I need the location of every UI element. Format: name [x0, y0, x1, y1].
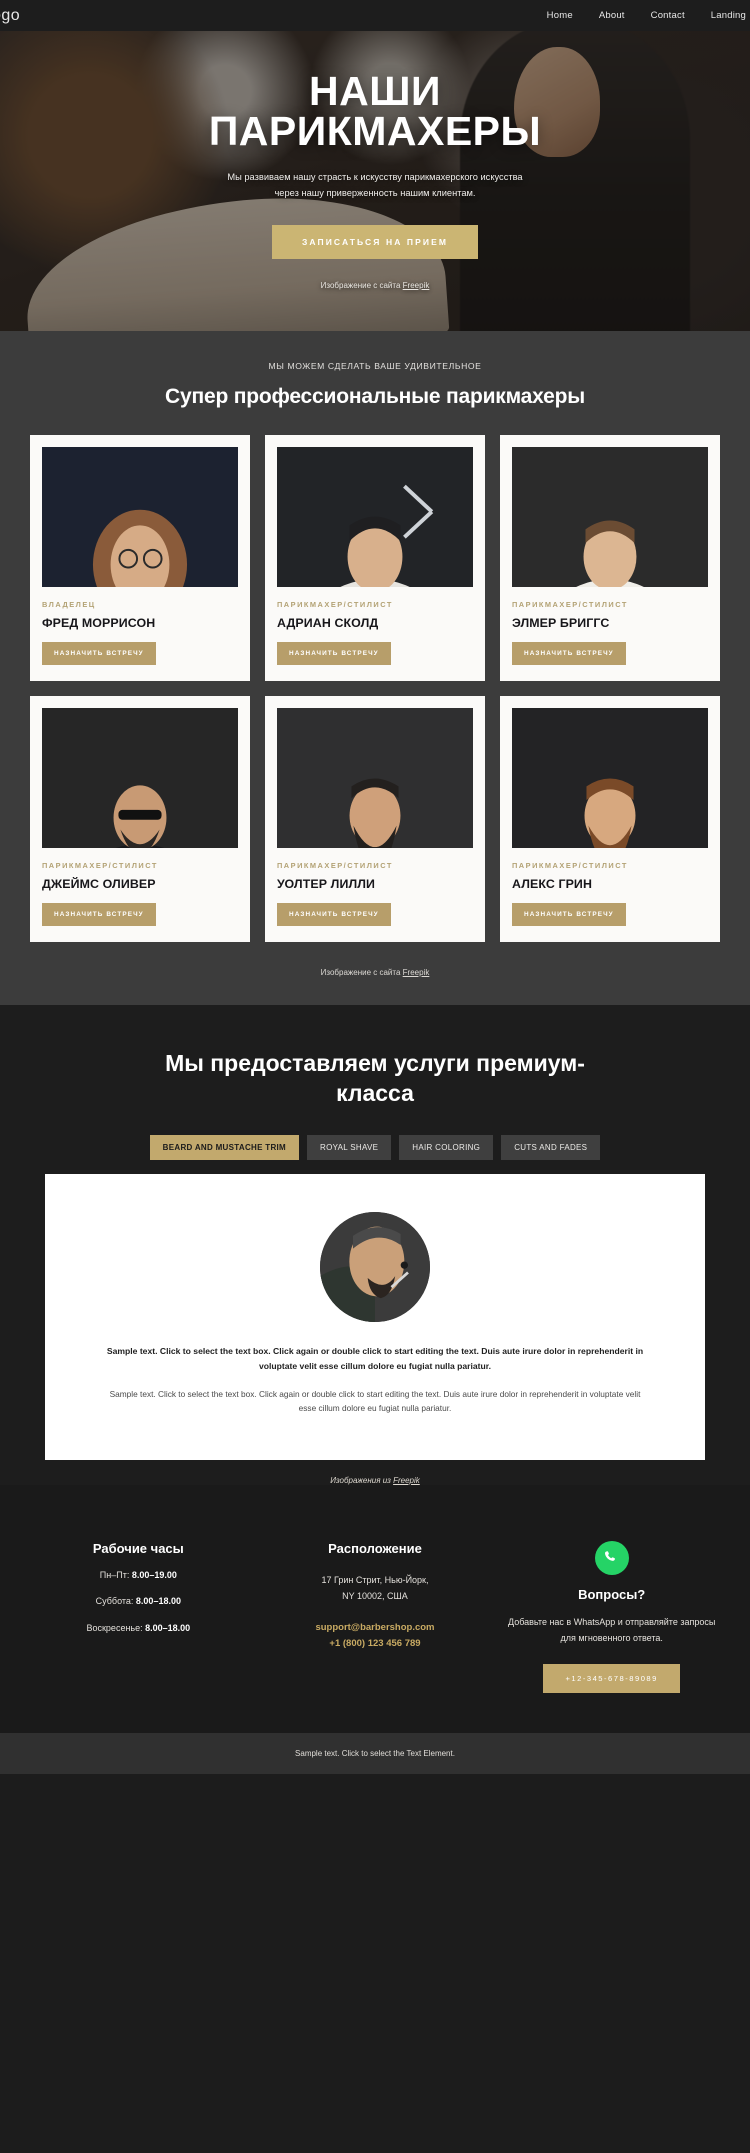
- services-image-credit: Изображения из Freepik: [0, 1476, 750, 1485]
- footer-whatsapp-button[interactable]: +12-345-678-89089: [543, 1664, 680, 1694]
- hero-title: НАШИ ПАРИКМАХЕРЫ: [110, 70, 640, 154]
- whatsapp-icon[interactable]: [594, 1540, 629, 1575]
- footer-address: 17 Грин Стрит, Нью-Йорк, NY 10002, США: [267, 1572, 484, 1604]
- team-member-name: ФРЕД МОРРИСОН: [42, 616, 156, 630]
- service-body-text: Sample text. Click to select the text bo…: [109, 1388, 641, 1414]
- services-section: Мы предоставляем услуги премиум-класса B…: [0, 1005, 750, 1485]
- footer-hours-label: Суббота:: [95, 1596, 136, 1607]
- page-root: ogo Home About Contact Landing НАШИ ПАРИ…: [0, 0, 750, 1775]
- hero-credit-link[interactable]: Freepik: [403, 281, 430, 290]
- hero-subtitle: Мы развиваем нашу страсть к искусству па…: [227, 171, 523, 198]
- team-appointment-button[interactable]: НАЗНАЧИТЬ ВСТРЕЧУ: [277, 903, 391, 926]
- service-avatar-image: [320, 1211, 430, 1322]
- tab-cuts-and-fades[interactable]: CUTS AND FADES: [501, 1134, 601, 1160]
- hero-cta-button[interactable]: ЗАПИСАТЬСЯ НА ПРИЕМ: [271, 225, 479, 260]
- team-appointment-button[interactable]: НАЗНАЧИТЬ ВСТРЕЧУ: [512, 903, 626, 926]
- tab-hair-coloring[interactable]: HAIR COLORING: [399, 1134, 494, 1160]
- hero-image-credit: Изображение с сайта Freepik: [110, 281, 640, 290]
- team-grid: ВЛАДЕЛЕЦ ФРЕД МОРРИСОН НАЗНАЧИТЬ ВСТРЕЧУ…: [30, 435, 720, 942]
- primary-nav: Home About Contact Landing: [547, 10, 746, 21]
- footer-address-line-1: 17 Грин Стрит, Нью-Йорк,: [321, 1574, 429, 1585]
- team-member-role: ПАРИКМАХЕР/СТИЛИСТ: [277, 861, 393, 870]
- footer-hours-title: Рабочие часы: [92, 1540, 184, 1556]
- hero-title-line-2: ПАРИКМАХЕРЫ: [208, 107, 542, 154]
- team-eyebrow: МЫ МОЖЕМ СДЕЛАТЬ ВАШЕ УДИВИТЕЛЬНОЕ: [268, 361, 482, 371]
- footer-hours-label: Воскресенье:: [86, 1622, 146, 1633]
- team-member-photo: [512, 708, 708, 848]
- team-appointment-button[interactable]: НАЗНАЧИТЬ ВСТРЕЧУ: [512, 642, 626, 665]
- site-header: ogo Home About Contact Landing: [0, 0, 750, 31]
- footer-location-column: Расположение 17 Грин Стрит, Нью-Йорк, NY…: [267, 1541, 484, 1693]
- footer-questions-text: Добавьте нас в WhatsApp и отправляйте за…: [508, 1616, 716, 1644]
- footer-hours-row: Суббота: 8.00–18.00: [30, 1594, 247, 1608]
- team-card[interactable]: ВЛАДЕЛЕЦ ФРЕД МОРРИСОН НАЗНАЧИТЬ ВСТРЕЧУ: [30, 435, 250, 681]
- service-lead-text: Sample text. Click to select the text bo…: [106, 1345, 644, 1371]
- footer-address-line-2: NY 10002, США: [342, 1591, 408, 1602]
- services-credit-link[interactable]: Freepik: [393, 1476, 420, 1485]
- team-member-photo: [42, 708, 238, 848]
- services-title: Мы предоставляем услуги премиум-класса: [165, 1050, 585, 1106]
- footer-hours-value: 8.00–18.00: [145, 1622, 191, 1633]
- nav-item-about[interactable]: About: [599, 10, 625, 21]
- team-credit-link[interactable]: Freepik: [403, 968, 430, 977]
- services-panel: Sample text. Click to select the text bo…: [45, 1173, 705, 1460]
- team-member-photo: [277, 708, 473, 848]
- team-credit-text: Изображение с сайта: [320, 968, 403, 977]
- team-title: Супер профессиональные парикмахеры: [165, 385, 585, 408]
- hero-credit-text: Изображение с сайта: [320, 281, 403, 291]
- team-member-role: ПАРИКМАХЕР/СТИЛИСТ: [512, 600, 628, 609]
- team-member-photo: [512, 447, 708, 587]
- hero-section: НАШИ ПАРИКМАХЕРЫ Мы развиваем нашу страс…: [0, 31, 750, 331]
- footer-hours-row: Воскресенье: 8.00–18.00: [30, 1621, 247, 1635]
- services-credit-text: Изображения из: [330, 1475, 394, 1485]
- footer-questions-title: Вопросы?: [578, 1586, 646, 1602]
- services-tablist: BEARD AND MUSTACHE TRIM ROYAL SHAVE HAIR…: [0, 1134, 750, 1160]
- team-card[interactable]: ПАРИКМАХЕР/СТИЛИСТ УОЛТЕР ЛИЛЛИ НАЗНАЧИТ…: [265, 696, 485, 942]
- team-appointment-button[interactable]: НАЗНАЧИТЬ ВСТРЕЧУ: [42, 903, 156, 926]
- footer-hours-row: Пн–Пт: 8.00–19.00: [30, 1568, 247, 1582]
- footer-phone-link[interactable]: +1 (800) 123 456 789: [267, 1638, 484, 1649]
- footer-questions-column: Вопросы? Добавьте нас в WhatsApp и отпра…: [503, 1540, 720, 1694]
- team-section: МЫ МОЖЕМ СДЕЛАТЬ ВАШЕ УДИВИТЕЛЬНОЕ Супер…: [0, 331, 750, 1005]
- team-member-role: ПАРИКМАХЕР/СТИЛИСТ: [277, 600, 393, 609]
- nav-item-contact[interactable]: Contact: [651, 10, 685, 21]
- footer-bottom-note: Sample text. Click to select the Text El…: [0, 1733, 750, 1775]
- site-logo[interactable]: ogo: [0, 7, 20, 25]
- team-member-name: УОЛТЕР ЛИЛЛИ: [277, 877, 376, 891]
- team-card[interactable]: ПАРИКМАХЕР/СТИЛИСТ ДЖЕЙМС ОЛИВЕР НАЗНАЧИ…: [30, 696, 250, 942]
- nav-item-landing[interactable]: Landing: [711, 10, 746, 21]
- team-member-photo: [277, 447, 473, 587]
- footer-hours-value: 8.00–19.00: [131, 1569, 177, 1580]
- team-member-name: АДРИАН СКОЛД: [277, 616, 379, 630]
- team-member-name: АЛЕКС ГРИН: [512, 877, 592, 891]
- team-member-role: ПАРИКМАХЕР/СТИЛИСТ: [42, 861, 158, 870]
- team-appointment-button[interactable]: НАЗНАЧИТЬ ВСТРЕЧУ: [277, 642, 391, 665]
- footer-hours-label: Пн–Пт:: [99, 1569, 132, 1580]
- site-footer: Рабочие часы Пн–Пт: 8.00–19.00 Суббота: …: [0, 1484, 750, 1734]
- team-card[interactable]: ПАРИКМАХЕР/СТИЛИСТ АЛЕКС ГРИН НАЗНАЧИТЬ …: [500, 696, 720, 942]
- footer-hours-column: Рабочие часы Пн–Пт: 8.00–19.00 Суббота: …: [30, 1541, 247, 1693]
- team-member-name: ДЖЕЙМС ОЛИВЕР: [42, 877, 156, 891]
- tab-royal-shave[interactable]: ROYAL SHAVE: [307, 1134, 392, 1160]
- footer-hours-value: 8.00–18.00: [135, 1596, 181, 1607]
- footer-location-title: Расположение: [328, 1540, 422, 1556]
- tab-beard-and-mustache-trim[interactable]: BEARD AND MUSTACHE TRIM: [149, 1134, 300, 1160]
- team-card[interactable]: ПАРИКМАХЕР/СТИЛИСТ АДРИАН СКОЛД НАЗНАЧИТ…: [265, 435, 485, 681]
- team-card[interactable]: ПАРИКМАХЕР/СТИЛИСТ ЭЛМЕР БРИГГС НАЗНАЧИТ…: [500, 435, 720, 681]
- team-member-photo: [42, 447, 238, 587]
- footer-email-link[interactable]: support@barbershop.com: [267, 1622, 484, 1633]
- team-image-credit: Изображение с сайта Freepik: [0, 968, 750, 977]
- nav-item-home[interactable]: Home: [547, 10, 573, 21]
- team-member-role: ПАРИКМАХЕР/СТИЛИСТ: [512, 861, 628, 870]
- team-member-role: ВЛАДЕЛЕЦ: [42, 600, 96, 609]
- team-appointment-button[interactable]: НАЗНАЧИТЬ ВСТРЕЧУ: [42, 642, 156, 665]
- team-member-name: ЭЛМЕР БРИГГС: [512, 616, 610, 630]
